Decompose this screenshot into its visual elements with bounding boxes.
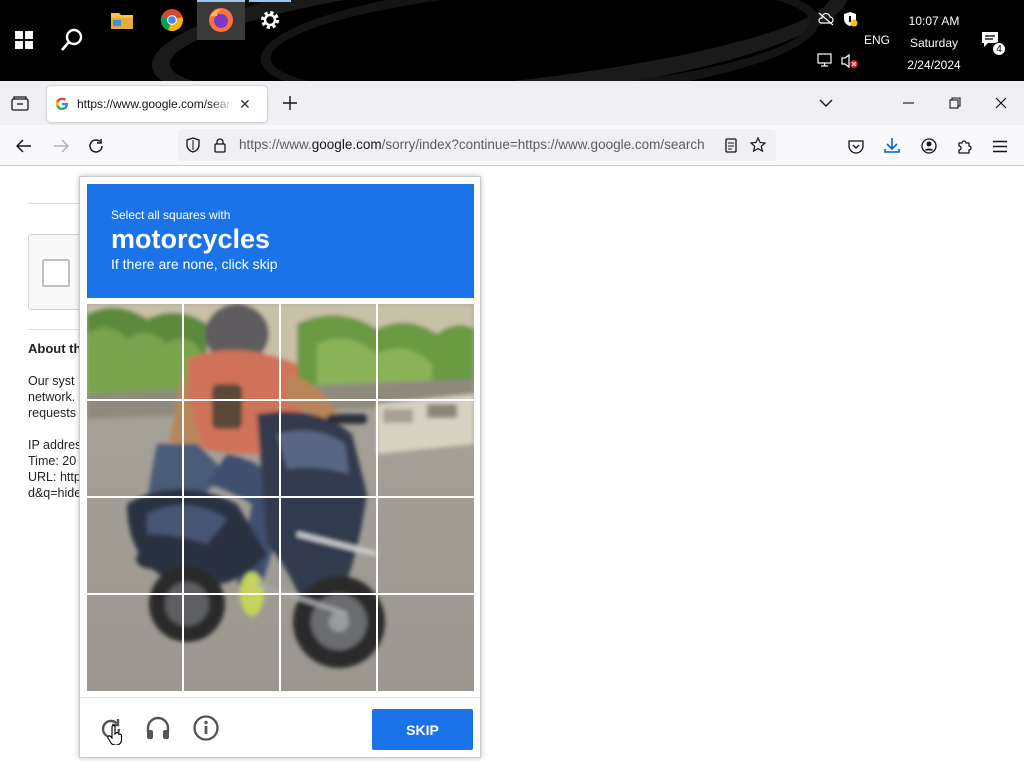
address-bar[interactable]: https://www.google.com/sorry/index?conti… bbox=[178, 129, 776, 161]
challenge-image-grid bbox=[87, 304, 474, 691]
challenge-header: Select all squares with motorcycles If t… bbox=[87, 184, 474, 298]
search-icon[interactable] bbox=[48, 16, 96, 64]
about-line-1: Our syst bbox=[28, 374, 75, 388]
file-explorer-button[interactable] bbox=[98, 0, 146, 40]
gear-icon bbox=[261, 11, 279, 29]
menu-icon[interactable] bbox=[990, 136, 1010, 156]
firefox-icon bbox=[209, 8, 233, 32]
grid-tile[interactable] bbox=[87, 401, 181, 495]
firefox-button[interactable] bbox=[197, 0, 245, 40]
bookmark-star-icon[interactable] bbox=[749, 136, 767, 154]
clock-date: 2/24/2024 bbox=[907, 58, 961, 72]
recaptcha-checkbox[interactable] bbox=[42, 259, 70, 287]
grid-tile[interactable] bbox=[184, 401, 278, 495]
volume-muted-icon[interactable] bbox=[841, 53, 859, 74]
cloud-offline-icon[interactable] bbox=[818, 12, 834, 31]
divider bbox=[28, 203, 83, 204]
clock-time: 10:07 AM bbox=[908, 14, 960, 28]
grid-tile[interactable] bbox=[87, 595, 181, 689]
tab-title: https://www.google.com/search bbox=[77, 97, 233, 111]
grid-tile[interactable] bbox=[281, 401, 375, 495]
folder-icon bbox=[111, 13, 133, 29]
wallpaper-swoosh bbox=[256, 0, 824, 81]
downloads-icon[interactable] bbox=[882, 135, 902, 155]
extensions-icon[interactable] bbox=[955, 136, 975, 156]
settings-button[interactable] bbox=[246, 0, 294, 40]
windows-start-icon[interactable] bbox=[0, 16, 48, 64]
notification-badge: 4 bbox=[992, 42, 1006, 56]
grid-tile[interactable] bbox=[281, 595, 375, 689]
firefox-view-icon[interactable] bbox=[8, 93, 32, 113]
info-icon[interactable] bbox=[193, 715, 219, 741]
minimize-icon[interactable] bbox=[898, 93, 918, 113]
tab-google-search[interactable]: https://www.google.com/search ✕ bbox=[47, 86, 267, 122]
taskbar: ENG 10:07 AM Saturday 2/24/2024 4 bbox=[0, 0, 1024, 81]
grid-tile[interactable] bbox=[378, 498, 472, 592]
network-icon[interactable] bbox=[817, 53, 835, 74]
chrome-icon bbox=[160, 9, 183, 32]
forward-icon[interactable] bbox=[51, 136, 71, 156]
grid-tile[interactable] bbox=[281, 304, 375, 398]
about-line-3: requests bbox=[28, 406, 76, 420]
challenge-footer: SKIP bbox=[80, 697, 480, 758]
navigation-toolbar: https://www.google.com/sorry/index?conti… bbox=[0, 125, 1024, 166]
notification-center-button[interactable]: 4 bbox=[978, 28, 1008, 58]
restore-icon[interactable] bbox=[945, 93, 965, 113]
grid-tile[interactable] bbox=[87, 304, 181, 398]
time-line: Time: 20 bbox=[28, 454, 77, 468]
about-line-2: network. bbox=[28, 390, 76, 404]
headphones-icon[interactable] bbox=[145, 715, 171, 741]
url-domain: google.com bbox=[311, 137, 382, 152]
grid-tile[interactable] bbox=[378, 304, 472, 398]
google-g-icon bbox=[55, 97, 68, 110]
reader-view-icon[interactable] bbox=[722, 137, 740, 153]
language-indicator[interactable]: ENG bbox=[864, 33, 890, 47]
clock[interactable]: 10:07 AM Saturday 2/24/2024 bbox=[898, 10, 970, 76]
reload-icon[interactable] bbox=[86, 136, 106, 156]
grid-tile[interactable] bbox=[281, 498, 375, 592]
grid-tile[interactable] bbox=[184, 304, 278, 398]
new-tab-icon[interactable] bbox=[280, 93, 300, 113]
lock-icon[interactable] bbox=[212, 137, 228, 153]
challenge-instruction: Select all squares with bbox=[111, 208, 231, 222]
close-window-icon[interactable] bbox=[991, 93, 1011, 113]
account-icon[interactable] bbox=[919, 136, 939, 156]
challenge-hint: If there are none, click skip bbox=[111, 256, 278, 272]
hand-cursor-icon bbox=[104, 722, 126, 748]
skip-button[interactable]: SKIP bbox=[372, 709, 473, 750]
pocket-icon[interactable] bbox=[846, 136, 866, 156]
ip-address-line: IP addres bbox=[28, 438, 82, 452]
list-all-tabs-icon[interactable] bbox=[816, 93, 836, 113]
url-prefix: https://www. bbox=[239, 137, 312, 152]
url-path: /sorry/index?continue=https://www.google… bbox=[381, 137, 705, 152]
about-heading: About th bbox=[28, 341, 82, 356]
challenge-target: motorcycles bbox=[111, 224, 271, 254]
grid-tile[interactable] bbox=[378, 595, 472, 689]
divider bbox=[28, 329, 83, 330]
tab-bar: https://www.google.com/search ✕ bbox=[0, 81, 1024, 125]
clock-day: Saturday bbox=[909, 36, 959, 50]
back-icon[interactable] bbox=[14, 136, 34, 156]
url-line: URL: http bbox=[28, 470, 81, 484]
shield-icon[interactable] bbox=[184, 137, 202, 153]
shield-warning-icon[interactable] bbox=[842, 11, 858, 32]
url-text[interactable]: https://www.google.com/sorry/index?conti… bbox=[239, 137, 714, 152]
grid-tile[interactable] bbox=[87, 498, 181, 592]
tab-close-icon[interactable]: ✕ bbox=[239, 96, 251, 113]
grid-tile[interactable] bbox=[378, 401, 472, 495]
chrome-button[interactable] bbox=[148, 0, 196, 40]
url-line-continued: d&q=hide bbox=[28, 486, 82, 500]
grid-tile[interactable] bbox=[184, 498, 278, 592]
grid-tile[interactable] bbox=[184, 595, 278, 689]
recaptcha-challenge: Select all squares with motorcycles If t… bbox=[79, 176, 481, 758]
